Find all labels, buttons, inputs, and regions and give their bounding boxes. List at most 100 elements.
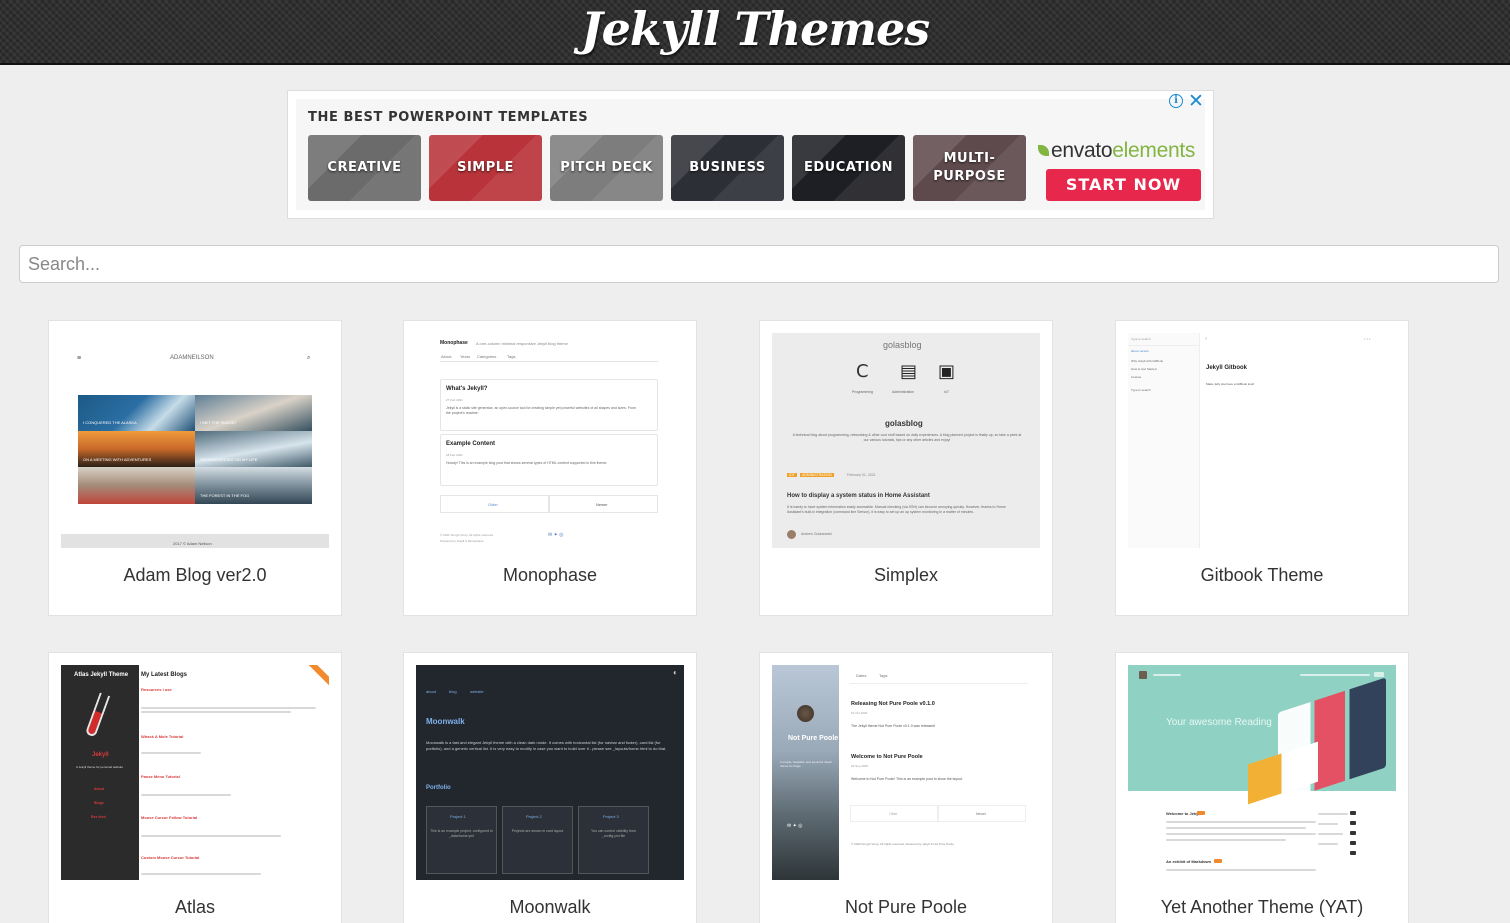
sidebar-line [1318,813,1348,815]
theme-card[interactable]: Type to search about version Why Jekyll … [1115,320,1409,616]
ad-tile-business[interactable]: BUSINESS [671,135,784,201]
close-icon[interactable]: ✕ [1188,91,1204,111]
search-input[interactable] [19,245,1499,283]
sidebar-line [1318,843,1338,845]
theme-name[interactable]: Adam Blog ver2.0 [49,565,341,586]
ad-tile-education[interactable]: EDUCATION [792,135,905,201]
post-title: Whack A Mole Tutorial [141,734,184,739]
post-excerpt: Jekyll is a static site generator, an op… [446,406,636,415]
project-title: Project 2 [526,814,542,819]
post-excerpt: The Jekyll theme Not Pure Poole v0.1.0 w… [851,724,936,728]
theme-card[interactable]: ≡ ADAMNEILSON ⌕ I CONQUERED THE ALASKA I… [48,320,342,616]
theme-name[interactable]: Gitbook Theme [1116,565,1408,586]
post-title: Mouse Cursor Follow Tutorial [141,815,198,820]
theme-preview-moonwalk[interactable]: ◐ about blog website Moonwalk Moonwalk i… [416,665,684,880]
ad-tile-creative[interactable]: CREATIVE [308,135,421,201]
sidebar-item: How to Get Started [1131,367,1157,371]
post-excerpt-line [141,835,281,837]
preview-sidebar-title: Not Pure Poole [788,735,839,742]
sidebar-count [1350,811,1356,815]
preview-nav: website [470,689,484,694]
theme-name[interactable]: Not Pure Poole [760,897,1052,918]
preview-caption: THE FOREST IN THE FOG [200,493,250,498]
category-label: Programming [852,390,874,394]
post-excerpt-line [141,707,316,709]
theme-name[interactable]: Moonwalk [404,897,696,918]
theme-name[interactable]: Simplex [760,565,1052,586]
preview-title: Moonwalk [426,717,465,726]
envato-elements-logo[interactable]: envatoelements [1038,139,1195,163]
theme-card[interactable]: golasblog C ▤ ▣ Programming Administrati… [759,320,1053,616]
theme-card[interactable]: Monophase A one-column minimal responsiv… [403,320,697,616]
site-title[interactable]: Jekyll Themes [581,2,930,56]
ad-tile-simple[interactable]: SIMPLE [429,135,542,201]
project-title: Project 1 [450,814,466,819]
preview-brand: Jekyll [92,752,109,758]
theme-preview-not-pure-poole[interactable]: Not Pure Poole A simple, beautiful, and … [772,665,1040,880]
preview-section-title: Portfolio [426,785,451,791]
start-now-button[interactable]: START NOW [1046,169,1201,201]
toolbar-icons: ≡ [1205,336,1208,341]
new-badge [1214,859,1222,863]
post-title: An exhibit of Markdown [1166,859,1212,864]
theme-preview-atlas[interactable]: Atlas Jekyll Theme Jekyll A Jekyll theme… [61,665,329,880]
divider [850,683,1028,684]
preview-sidebar [772,665,839,880]
menu-icon: ≡ [77,355,82,362]
category-label: IoT [944,390,950,394]
post-excerpt-line [141,873,261,875]
ad-content: THE BEST POWERPOINT TEMPLATES CREATIVE S… [296,99,1205,210]
post-tag: ADMINISTRATION [800,473,834,477]
theme-card[interactable]: Atlas Jekyll Theme Jekyll A Jekyll theme… [48,652,342,923]
post-excerpt-line [1166,827,1306,829]
ad-tile-multi-purpose[interactable]: MULTI- PURPOSE [913,135,1026,201]
project-text: This is an example project, configured i… [430,829,493,838]
theme-name[interactable]: Yet Another Theme (YAT) [1116,897,1408,918]
theme-card[interactable]: ◐ about blog website Moonwalk Moonwalk i… [403,652,697,923]
info-icon[interactable]: i [1169,94,1183,108]
preview-caption: I CONQUERED THE ALASKA [83,420,137,425]
post-date: 18 Feb 2021 [446,453,463,457]
preview-nav: About [441,354,452,359]
preview-brand: golasblog [883,340,922,350]
sidebar-link: Blogs [94,801,104,805]
theme-preview-yat[interactable]: Your awesome Reading Welcome to Jekyll! … [1128,665,1396,880]
older-label: Older [488,502,498,507]
post-excerpt-line [1166,821,1316,823]
theme-card[interactable]: Not Pure Poole A simple, beautiful, and … [759,652,1053,923]
preview-logo: ADAMNEILSON [170,355,214,361]
post-excerpt-line [141,711,291,713]
post-excerpt-line [1166,839,1286,841]
search-icon: ⌕ [307,355,311,361]
theme-card[interactable]: Your awesome Reading Welcome to Jekyll! … [1115,652,1409,923]
preview-logo [1139,671,1147,679]
ad-banner[interactable]: THE BEST POWERPOINT TEMPLATES CREATIVE S… [287,90,1214,219]
post-excerpt-line [1166,869,1316,871]
post-tag: IOT [787,473,797,477]
programming-icon: C [856,361,869,382]
ad-tile-pitch-deck[interactable]: PITCH DECK [550,135,663,201]
theme-name[interactable]: Monophase [404,565,696,586]
post-title: Example Content [446,441,496,447]
theme-preview-simplex[interactable]: golasblog C ▤ ▣ Programming Administrati… [772,333,1040,548]
project-text: Projects are shown in card layout [511,829,564,833]
new-badge [1197,811,1205,815]
theme-preview-gitbook[interactable]: Type to search about version Why Jekyll … [1128,333,1396,548]
preview-photo [78,467,195,504]
preview-title: Jekyll Gitbook [1206,365,1248,371]
post-excerpt-line [1166,833,1316,835]
ad-heading: THE BEST POWERPOINT TEMPLATES [308,110,589,125]
preview-nav-button [1374,672,1384,677]
post-date: 29 Sep 2020 [851,764,869,768]
divider [1128,345,1200,346]
theme-name[interactable]: Atlas [49,897,341,918]
newer-label: Newer [976,812,987,816]
theme-preview-adam-blog[interactable]: ≡ ADAMNEILSON ⌕ I CONQUERED THE ALASKA I… [61,333,329,548]
category-label: Administration [892,390,915,394]
theme-preview-monophase[interactable]: Monophase A one-column minimal responsiv… [416,333,684,548]
preview-text: Make Jelly site have a GitBook look! [1206,382,1255,386]
theme-toggle-icon: ◐ [673,668,678,677]
server-icon: ▤ [900,361,918,382]
avatar [797,705,814,722]
preview-nav: about [426,689,437,694]
